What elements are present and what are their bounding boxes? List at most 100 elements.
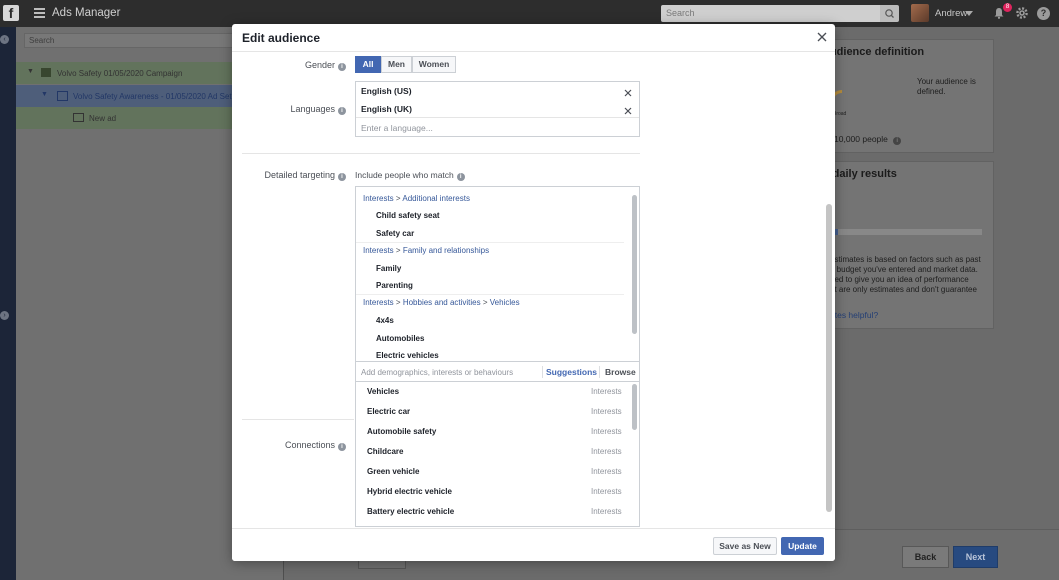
info-icon[interactable]: i (456, 173, 465, 181)
avatar[interactable] (911, 4, 929, 22)
targeting-path[interactable]: Interests > Hobbies and activities > Veh… (363, 298, 520, 307)
group-separator (356, 294, 624, 295)
definition-text-2: defined. (917, 87, 946, 96)
update-button[interactable]: Update (781, 537, 824, 555)
modal-footer: Save as New Update (232, 528, 835, 561)
connections-label-text: Connections (284, 440, 335, 450)
tree-search-input[interactable]: Search (24, 33, 254, 48)
chevron-down-icon[interactable] (965, 11, 973, 16)
expand-icon[interactable]: › (0, 311, 9, 320)
path-segment[interactable]: Interests (363, 246, 394, 255)
path-segment[interactable]: Family and relationships (403, 246, 489, 255)
bottom-button[interactable] (358, 561, 406, 569)
definition-text-1: Your audience is (917, 77, 976, 86)
estimate-line-2: e budget you've entered and market data. (830, 265, 978, 274)
language-separator (356, 117, 639, 118)
targeting-item[interactable]: 4x4s (376, 316, 394, 325)
suggestion-type: Interests (591, 447, 622, 456)
suggestions-list: Vehicles Interests Electric car Interest… (355, 382, 640, 527)
left-rail: ‹ › (0, 27, 16, 580)
facebook-logo-icon[interactable]: f (3, 5, 19, 21)
list-item[interactable]: Green vehicle Interests (356, 462, 631, 482)
next-button[interactable]: Next (953, 546, 998, 568)
targeting-item[interactable]: Parenting (376, 281, 413, 290)
divider (599, 366, 600, 378)
path-segment[interactable]: Interests (363, 298, 394, 307)
targeting-scrollbar[interactable] (632, 195, 637, 334)
gender-men-button[interactable]: Men (381, 56, 412, 73)
suggestion-type: Interests (591, 387, 622, 396)
remove-language-us-icon[interactable] (624, 88, 632, 97)
suggestion-name: Electric car (367, 407, 411, 416)
targeting-item[interactable]: Family (376, 264, 401, 273)
gender-women-button[interactable]: Women (412, 56, 456, 73)
targeting-item[interactable]: Safety car (376, 229, 414, 238)
info-icon[interactable]: i (338, 173, 346, 181)
suggestions-scrollbar[interactable] (632, 384, 637, 430)
gender-all-button[interactable]: All (355, 56, 381, 73)
save-as-new-button[interactable]: Save as New (713, 537, 777, 555)
info-icon[interactable]: i (338, 443, 346, 451)
language-input[interactable]: Enter a language... (361, 123, 433, 133)
list-item[interactable]: Battery electric vehicle Interests (356, 502, 631, 522)
tree-row-ad-set[interactable]: ▼ Volvo Safety Awareness - 01/05/2020 Ad… (16, 85, 232, 107)
estimate-line-1: estimates is based on factors such as pa… (830, 255, 981, 264)
suggestions-button[interactable]: Suggestions (546, 367, 597, 377)
path-segment[interactable]: Hobbies and activities (403, 298, 481, 307)
info-icon[interactable]: i (893, 137, 902, 145)
targeting-item[interactable]: Automobiles (376, 334, 424, 343)
close-icon[interactable] (816, 31, 828, 43)
list-item[interactable]: Vehicles Interests (356, 382, 631, 402)
targeting-input[interactable]: Add demographics, interests or behaviour… (361, 368, 513, 377)
targeting-path[interactable]: Interests > Additional interests (363, 194, 470, 203)
search-icon[interactable] (880, 5, 899, 22)
suggestion-name: Childcare (367, 447, 404, 456)
path-segment[interactable]: Vehicles (490, 298, 520, 307)
info-icon[interactable]: i (338, 63, 346, 71)
gear-icon[interactable] (1015, 6, 1029, 20)
targeting-item[interactable]: Child safety seat (376, 211, 440, 220)
info-icon[interactable]: i (338, 107, 346, 115)
detailed-targeting-label: Detailed targeting i (252, 170, 346, 181)
caret-down-icon[interactable]: ▼ (41, 91, 48, 98)
user-name[interactable]: Andrew (935, 8, 967, 19)
ad-icon (73, 113, 84, 122)
notification-badge: 8 (1003, 3, 1012, 12)
targeting-path[interactable]: Interests > Family and relationships (363, 246, 489, 255)
tree-row-campaign[interactable]: ▼ Volvo Safety 01/05/2020 Campaign (16, 62, 232, 84)
list-item[interactable]: Hybrid electric vehicle Interests (356, 482, 631, 502)
hamburger-menu-icon[interactable] (34, 8, 45, 18)
path-segment[interactable]: Additional interests (402, 194, 470, 203)
list-item[interactable]: Automobile safety Interests (356, 422, 631, 442)
include-label-text: Include people who match (355, 170, 454, 180)
top-bar: f Ads Manager Search Andrew 8 ? (0, 0, 1059, 27)
potential-reach-value: 10,000 people (834, 134, 888, 144)
targeting-input-row: Add demographics, interests or behaviour… (356, 361, 639, 381)
helpful-link[interactable]: ates helpful? (830, 310, 878, 320)
back-button[interactable]: Back (902, 546, 949, 568)
potential-reach: 10,000 people i (834, 134, 902, 145)
connections-label: Connections i (262, 440, 346, 451)
caret-down-icon[interactable]: ▼ (27, 68, 34, 75)
languages-field[interactable]: English (US) English (UK) Enter a langua… (355, 81, 640, 137)
help-icon[interactable]: ? (1037, 7, 1050, 20)
list-item[interactable]: Childcare Interests (356, 442, 631, 462)
suggestion-type: Interests (591, 467, 622, 476)
suggestion-name: Vehicles (367, 387, 400, 396)
divider (542, 366, 543, 378)
browse-button[interactable]: Browse (605, 367, 636, 377)
tree-row-ad[interactable]: New ad (16, 107, 232, 129)
list-item[interactable]: Electric car Interests (356, 402, 631, 422)
suggestion-name: Hybrid electric vehicle (367, 487, 452, 496)
top-search-input[interactable]: Search (661, 5, 880, 22)
path-segment[interactable]: Interests (363, 194, 394, 203)
targeting-item[interactable]: Electric vehicles (376, 351, 439, 360)
modal-body: Gender i All Men Women Languages i English… (232, 53, 835, 527)
modal-scrollbar[interactable] (826, 204, 832, 512)
collapse-icon[interactable]: ‹ (0, 35, 9, 44)
gender-label: Gender i (262, 60, 346, 71)
ad-name: New ad (89, 114, 117, 123)
suggestion-type: Interests (591, 427, 622, 436)
edit-audience-modal: Edit audience Gender i All Men Women Lang… (232, 24, 835, 561)
remove-language-uk-icon[interactable] (624, 106, 632, 115)
